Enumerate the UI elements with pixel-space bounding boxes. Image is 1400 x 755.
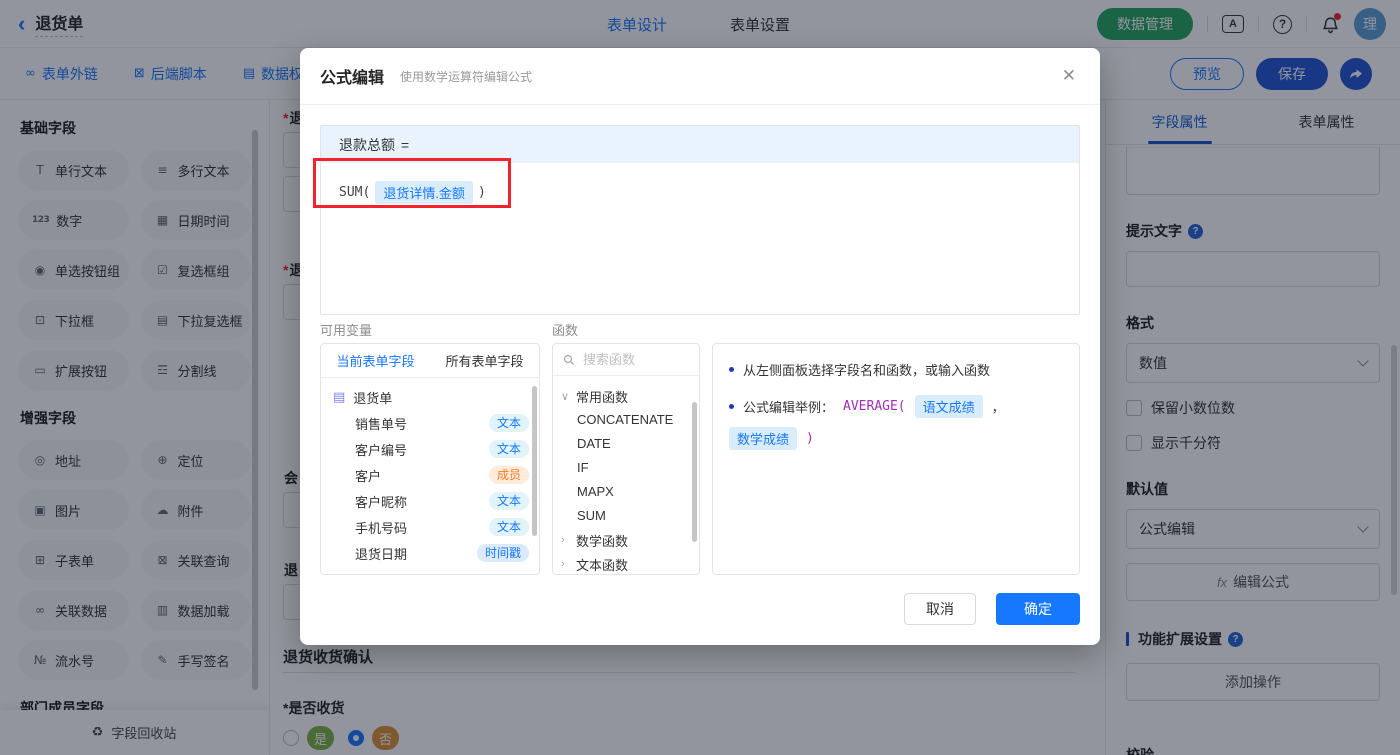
field-type-badge: 文本 [488,440,529,458]
chevron-right-icon: › [561,534,565,546]
formula-expression[interactable]: SUM( 退货详情.金额 ) [321,163,1079,222]
bullet-icon [729,367,734,372]
variables-tabs: 当前表单字段 所有表单字段 [321,344,539,378]
field-type-badge: 时间戳 [476,544,529,562]
tab-current-form-fields[interactable]: 当前表单字段 [336,351,414,370]
close-paren: ) [477,185,486,200]
chevron-down-icon: ∨ [561,390,570,403]
chevron-right-icon: › [561,558,565,570]
function-group-common[interactable]: ∨ 常用函数 [553,384,699,408]
field-type-badge: 文本 [488,492,529,510]
hint-line-2: 公式编辑举例： AVERAGE( 语文成绩 ， 数学成绩 ) [729,395,1063,450]
hint-panel: 从左侧面板选择字段名和函数，或输入函数 公式编辑举例： AVERAGE( 语文成… [712,343,1080,575]
functions-panel: ∨ 常用函数 CONCATENATEDATEIFMAPXSUM › 数学函数 ›… [552,343,700,575]
function-item[interactable]: CONCATENATE [553,408,699,432]
variables-scrollbar[interactable] [532,386,537,536]
variable-field-item[interactable]: 退货日期 时间戳 [321,540,539,566]
variables-label: 可用变量 [320,323,373,338]
function-tree: ∨ 常用函数 CONCATENATE DATE IF MAPX SUM › 数学函数 ›… [553,376,699,574]
confirm-button[interactable]: 确定 [996,593,1080,625]
form-root-item[interactable]: ▤ 退货单 [321,384,539,410]
variable-field-item[interactable]: 手机号码 文本 [321,514,539,540]
search-icon [563,354,574,365]
variable-field-item[interactable]: 销售单号 文本 [321,410,539,436]
formula-editor[interactable]: 退款总额 = SUM( 退货详情.金额 ) [320,125,1080,315]
function-group-math[interactable]: › 数学函数 [553,528,699,552]
cancel-button[interactable]: 取消 [904,593,976,625]
formula-edit-modal: 公式编辑 使用数学运算符编辑公式 ✕ 退款总额 = SUM( 退货详情.金额 )… [300,48,1100,645]
function-group-text[interactable]: › 文本函数 [553,552,699,574]
file-icon: ▤ [333,389,346,405]
modal-footer: 取消 确定 [904,593,1080,625]
app-window: ‹ 退货单 表单设计 表单设置 数据管理 A ? 理 ∞ 表单外链 ⊠ 后端脚本… [0,0,1400,755]
variables-panel: 当前表单字段 所有表单字段 ▤ 退货单 销售单号 文本 客户编号 文本 客户 成… [320,343,540,575]
function-search [553,344,699,376]
functions-scrollbar[interactable] [692,402,697,542]
variables-list: ▤ 退货单 销售单号 文本 客户编号 文本 客户 成员 客户昵称 文本 手机号码… [321,378,539,566]
hint-line-1: 从左侧面板选择字段名和函数，或输入函数 [729,360,1063,379]
function-search-input[interactable] [581,351,681,368]
variable-field-item[interactable]: 客户 成员 [321,462,539,488]
function-item[interactable]: MAPX [553,480,699,504]
modal-title: 公式编辑 [320,70,385,87]
example-chip: 语文成绩 [914,395,983,418]
example-chip: 数学成绩 [729,427,798,450]
modal-subtitle: 使用数学运算符编辑公式 [400,69,533,84]
variable-field-item[interactable]: 客户昵称 文本 [321,488,539,514]
function-item[interactable]: IF [553,456,699,480]
function-item[interactable]: SUM [553,504,699,528]
close-icon[interactable]: ✕ [1062,66,1076,86]
modal-header: 公式编辑 使用数学运算符编辑公式 [300,48,1100,105]
field-type-badge: 文本 [488,414,529,432]
close-paren: ) [806,431,814,446]
function-token: AVERAGE( [843,399,906,414]
tab-all-form-fields[interactable]: 所有表单字段 [445,351,523,370]
variable-field-item[interactable]: 客户编号 文本 [321,436,539,462]
function-item[interactable]: DATE [553,432,699,456]
formula-target-bar: 退款总额 = [321,126,1079,163]
field-chip[interactable]: 退货详情.金额 [375,181,473,204]
field-type-badge: 成员 [488,466,529,484]
functions-label: 函数 [552,323,579,338]
field-type-badge: 文本 [488,518,529,536]
bullet-icon [729,404,734,409]
function-token: SUM( [339,185,371,200]
